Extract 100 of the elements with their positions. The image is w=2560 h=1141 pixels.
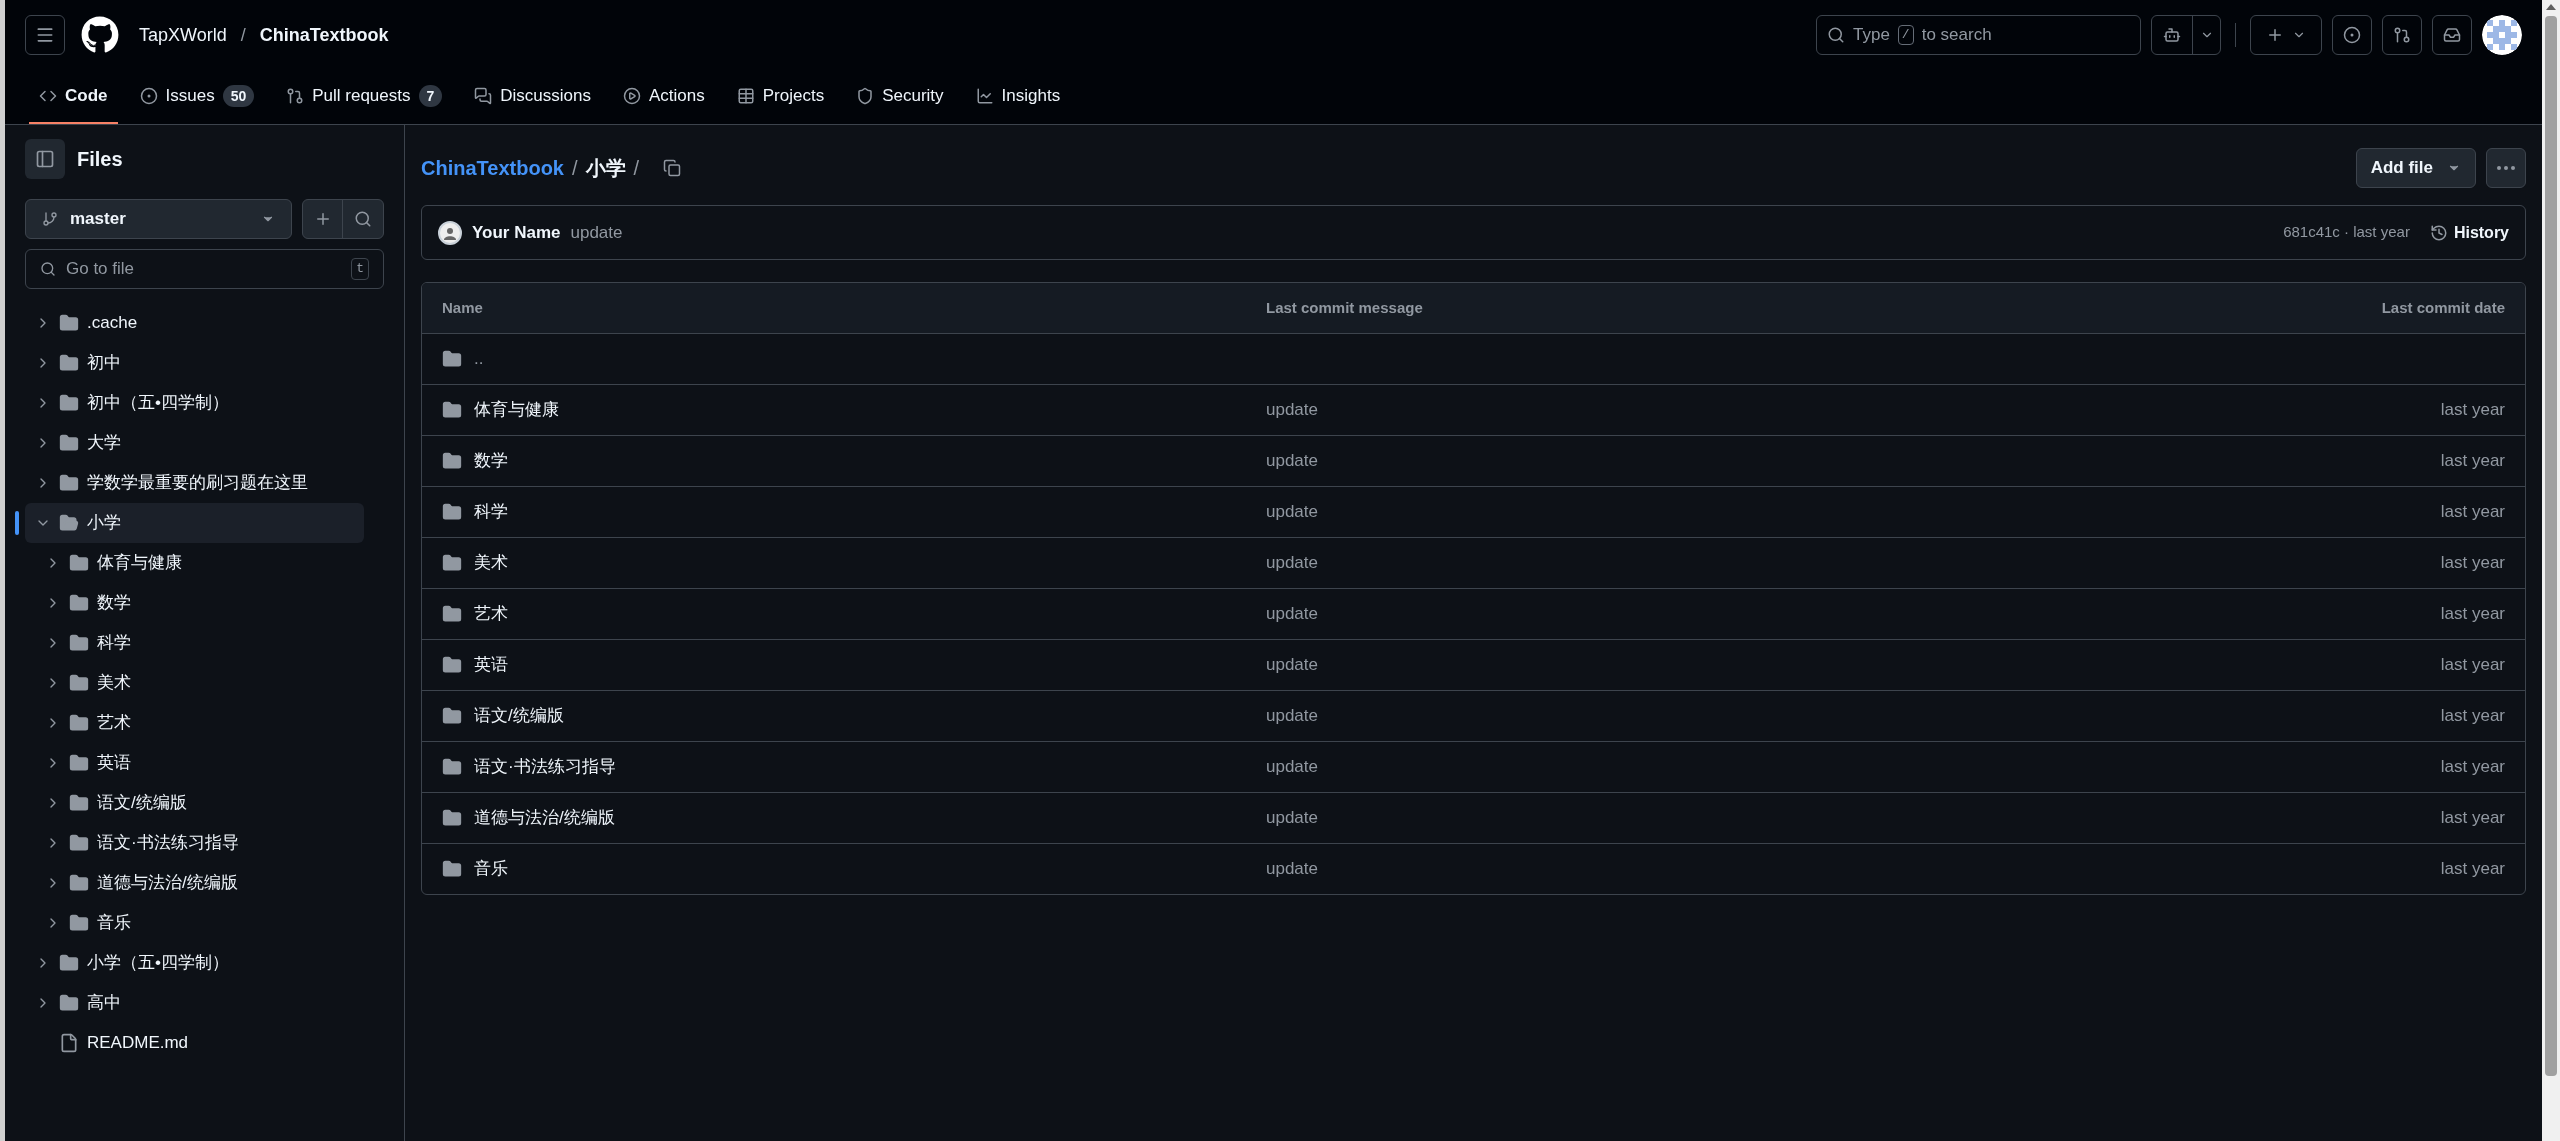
- commit-message[interactable]: update: [1266, 856, 1886, 882]
- search-placeholder: to search: [1921, 24, 1992, 47]
- commit-message[interactable]: update: [1266, 448, 1886, 474]
- breadcrumb-current[interactable]: 小学: [585, 153, 626, 183]
- folder-icon: [69, 913, 89, 933]
- path-separator: /: [571, 156, 578, 181]
- folder-icon: [442, 349, 462, 369]
- repo-tab[interactable]: Actions: [613, 70, 715, 124]
- search-icon: [354, 210, 372, 228]
- tree-item[interactable]: 艺术: [25, 703, 364, 743]
- circle-dot-icon: [2343, 26, 2361, 44]
- copilot-button[interactable]: [2151, 15, 2221, 55]
- tree-item[interactable]: 初中: [25, 343, 364, 383]
- copy-icon: [663, 159, 682, 177]
- breadcrumb-link[interactable]: ChinaTextbook: [421, 153, 564, 183]
- tree-item[interactable]: 英语: [25, 743, 364, 783]
- folder-link[interactable]: 体育与健康: [474, 397, 559, 423]
- parent-directory-link[interactable]: ..: [474, 346, 484, 372]
- folder-link[interactable]: 道德与法治/统编版: [474, 805, 615, 831]
- repo-link[interactable]: ChinaTextbook: [259, 21, 389, 49]
- go-to-file-input[interactable]: Go to file: [66, 256, 342, 282]
- add-file-button[interactable]: Add file: [2355, 148, 2476, 188]
- commit-message[interactable]: update: [1266, 397, 1886, 423]
- column-header: Last commit date: [2381, 297, 2505, 318]
- commit-message[interactable]: update: [1266, 652, 1886, 678]
- folder-link[interactable]: 美术: [474, 550, 508, 576]
- tree-item[interactable]: 小学: [25, 503, 364, 543]
- tree-item[interactable]: 初中（五•四学制）: [25, 383, 364, 423]
- shield-icon: [856, 87, 875, 105]
- folder-icon: [69, 833, 89, 853]
- commit-message[interactable]: update: [1266, 499, 1886, 525]
- tree-item[interactable]: 大学: [25, 423, 364, 463]
- github-logo[interactable]: [81, 16, 119, 54]
- identicon-avatar[interactable]: [2482, 15, 2522, 55]
- branch-selector[interactable]: master: [25, 199, 292, 239]
- commit-message[interactable]: update: [1266, 754, 1886, 780]
- commit-date: last year: [2440, 654, 2505, 677]
- folder-icon: [442, 604, 462, 624]
- tree-item[interactable]: 数学: [25, 583, 364, 623]
- repo-tab[interactable]: Projects: [726, 70, 835, 124]
- tree-item-label: 大学: [87, 432, 121, 455]
- commit-date: last year: [2440, 552, 2505, 575]
- repo-tab[interactable]: Security: [846, 70, 954, 124]
- tree-item[interactable]: README.md: [25, 1023, 364, 1063]
- pull-requests-button[interactable]: [2382, 15, 2422, 55]
- shortcut-key: t: [351, 258, 369, 280]
- commit-message[interactable]: update: [1266, 550, 1886, 576]
- repo-tab[interactable]: Pull requests 7: [276, 70, 453, 124]
- inbox-button[interactable]: [2432, 15, 2472, 55]
- tree-item[interactable]: 道德与法治/统编版: [25, 863, 364, 903]
- repo-tab[interactable]: Discussions: [464, 70, 601, 124]
- issues-button[interactable]: [2332, 15, 2372, 55]
- commit-date: last year: [2440, 450, 2505, 473]
- commit-message[interactable]: update: [1266, 703, 1886, 729]
- collapse-sidebar-button[interactable]: [25, 139, 65, 179]
- tree-item[interactable]: 科学: [25, 623, 364, 663]
- folder-link[interactable]: 英语: [474, 652, 508, 678]
- repo-tab[interactable]: Insights: [965, 70, 1071, 124]
- folder-icon: [442, 502, 462, 522]
- commit-date: last year: [2440, 756, 2505, 779]
- folder-icon: [59, 993, 79, 1013]
- folder-icon: [69, 753, 89, 773]
- repo-tab[interactable]: Code: [29, 70, 118, 124]
- go-to-file-field[interactable]: Go to file t: [25, 249, 384, 289]
- tree-item-label: 高中: [87, 992, 121, 1015]
- commit-date: last year: [2440, 705, 2505, 728]
- tree-item[interactable]: 语文/统编版: [25, 783, 364, 823]
- tree-item[interactable]: 美术: [25, 663, 364, 703]
- tree-item[interactable]: 高中: [25, 983, 364, 1023]
- folder-link[interactable]: 语文·书法练习指导: [474, 754, 616, 780]
- author-avatar: [438, 220, 462, 245]
- owner-link[interactable]: TapXWorld: [139, 21, 227, 49]
- folder-link[interactable]: 艺术: [474, 601, 508, 627]
- tree-item[interactable]: 音乐: [25, 903, 364, 943]
- play-icon: [623, 87, 641, 105]
- branch-icon: [42, 211, 58, 227]
- menu-button[interactable]: [25, 15, 65, 55]
- active-indicator: [15, 511, 19, 535]
- tree-item[interactable]: 体育与健康: [25, 543, 364, 583]
- folder-icon: [69, 673, 89, 693]
- commit-message: update: [570, 221, 623, 244]
- tree-item[interactable]: 语文·书法练习指导: [25, 823, 364, 863]
- tree-item-label: 学数学最重要的刷习题在这里: [87, 472, 308, 495]
- search-field[interactable]: Type / to search: [1816, 15, 2141, 55]
- tree-item[interactable]: .cache: [25, 303, 364, 343]
- commit-message[interactable]: update: [1266, 805, 1886, 831]
- tree-item[interactable]: 小学（五•四学制）: [25, 943, 364, 983]
- tree-item[interactable]: 学数学最重要的刷习题在这里: [25, 463, 364, 503]
- folder-link[interactable]: 数学: [474, 448, 508, 474]
- search-placeholder: Type: [1853, 24, 1890, 47]
- repo-tab[interactable]: Issues 50: [129, 70, 265, 124]
- commit-author[interactable]: Your Name: [472, 219, 561, 246]
- more-options-button[interactable]: [2486, 148, 2526, 188]
- folder-icon: [59, 393, 79, 413]
- folder-link[interactable]: 语文/统编版: [474, 703, 564, 729]
- history-link[interactable]: History: [2429, 220, 2509, 245]
- commit-message[interactable]: update: [1266, 601, 1886, 627]
- folder-link[interactable]: 科学: [474, 499, 508, 525]
- folder-link[interactable]: 音乐: [474, 856, 508, 882]
- scrollbar[interactable]: [2542, 0, 2560, 1141]
